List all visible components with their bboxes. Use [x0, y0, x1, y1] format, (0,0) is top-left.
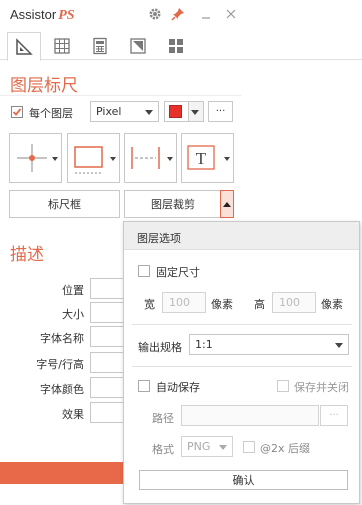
height-label: 高	[254, 298, 265, 311]
height-input[interactable]: 100	[272, 292, 316, 313]
save-close-label: 保存并关闭	[294, 381, 349, 394]
crosshair-icon	[17, 144, 58, 172]
calculator-tab[interactable]	[83, 32, 117, 60]
field-label-size: 大小	[62, 308, 84, 321]
cross-ruler-button[interactable]	[9, 133, 62, 183]
calculator-icon	[93, 37, 107, 55]
minimize-icon[interactable]	[198, 6, 214, 22]
gear-icon[interactable]	[147, 6, 163, 22]
frame-icon	[74, 146, 116, 174]
chevron-up-icon	[223, 202, 231, 207]
color-picker[interactable]	[164, 101, 204, 122]
field-label-effect: 效果	[62, 408, 84, 421]
chevron-down-icon	[335, 343, 343, 348]
layout-tab[interactable]	[159, 32, 193, 60]
slice-icon	[130, 38, 146, 54]
edge-ruler-icon	[131, 147, 173, 169]
field-label-font-size: 字号/行高	[36, 358, 84, 371]
section-divider	[0, 95, 241, 96]
grid-tab[interactable]	[45, 32, 79, 60]
layout-icon	[169, 39, 183, 53]
layer-crop-dropdown[interactable]	[220, 190, 234, 218]
output-spec-select[interactable]: 1:1	[189, 334, 349, 355]
ruler-frame-button[interactable]: 标尺框	[9, 190, 120, 218]
app-title: Assistor PS	[10, 7, 75, 24]
app-title-suffix: PS	[58, 8, 75, 23]
ruler-icon	[16, 37, 33, 55]
ruler-section-title: 图层标尺	[10, 76, 78, 96]
path-input[interactable]	[181, 405, 319, 426]
width-unit: 像素	[211, 298, 233, 311]
more-options-button[interactable]: ···	[208, 101, 233, 122]
format-label: 格式	[152, 443, 174, 456]
output-spec-value: 1:1	[195, 338, 213, 351]
path-label: 路径	[152, 412, 174, 425]
ruler-tab[interactable]	[7, 32, 41, 61]
format-select[interactable]: PNG	[181, 436, 233, 457]
edge-ruler-button[interactable]	[124, 133, 177, 183]
field-label-font-color: 字体颜色	[40, 383, 84, 396]
each-layer-checkbox[interactable]	[11, 106, 23, 118]
popup-divider	[132, 324, 352, 325]
retina-suffix-label: @2x 后缀	[260, 442, 311, 455]
width-input[interactable]: 100	[162, 292, 206, 313]
close-icon[interactable]	[223, 6, 239, 22]
field-label-font-name: 字体名称	[40, 332, 84, 345]
bottom-action-bar[interactable]	[0, 462, 124, 484]
autosave-checkbox[interactable]	[138, 380, 150, 392]
text-icon: T	[187, 145, 230, 170]
autosave-label: 自动保存	[156, 381, 200, 394]
each-layer-label: 每个图层	[29, 107, 73, 120]
chevron-down-icon	[191, 110, 199, 115]
checkmark-icon	[12, 108, 22, 116]
path-browse-button[interactable]: ···	[320, 405, 348, 426]
retina-suffix-checkbox[interactable]	[243, 441, 255, 453]
save-close-checkbox[interactable]	[277, 380, 289, 392]
layer-crop-button[interactable]: 图层裁剪	[124, 190, 221, 218]
popup-title: 图层选项	[137, 232, 181, 245]
grid-icon	[54, 38, 70, 54]
popup-divider	[132, 366, 352, 367]
slice-tab[interactable]	[121, 32, 155, 60]
chevron-down-icon	[145, 110, 153, 115]
popup-header: 图层选项	[124, 222, 359, 250]
unit-select[interactable]: Pixel	[90, 101, 159, 122]
fixed-size-label: 固定尺寸	[156, 266, 200, 279]
field-label-position: 位置	[62, 284, 84, 297]
color-swatch	[169, 105, 182, 118]
frame-ruler-button[interactable]	[67, 133, 120, 183]
output-spec-label: 输出规格	[138, 341, 182, 354]
width-label: 宽	[144, 298, 155, 311]
text-ruler-button[interactable]: T	[181, 133, 234, 183]
pin-icon[interactable]	[170, 6, 186, 22]
chevron-down-icon	[219, 445, 227, 450]
describe-section-title: 描述	[10, 245, 44, 265]
format-value: PNG	[187, 440, 211, 453]
tool-tab-bar	[0, 30, 362, 61]
layer-options-popup: 图层选项 固定尺寸 宽 100 像素 高 100 像素 输出规格 1:1 自动保…	[123, 221, 360, 504]
title-bar: Assistor PS	[0, 0, 362, 30]
svg-text:T: T	[196, 149, 207, 168]
fixed-size-checkbox[interactable]	[138, 265, 150, 277]
height-unit: 像素	[321, 298, 343, 311]
app-title-text: Assistor	[10, 7, 57, 22]
unit-select-value: Pixel	[96, 105, 122, 118]
confirm-button[interactable]: 确认	[139, 470, 348, 490]
